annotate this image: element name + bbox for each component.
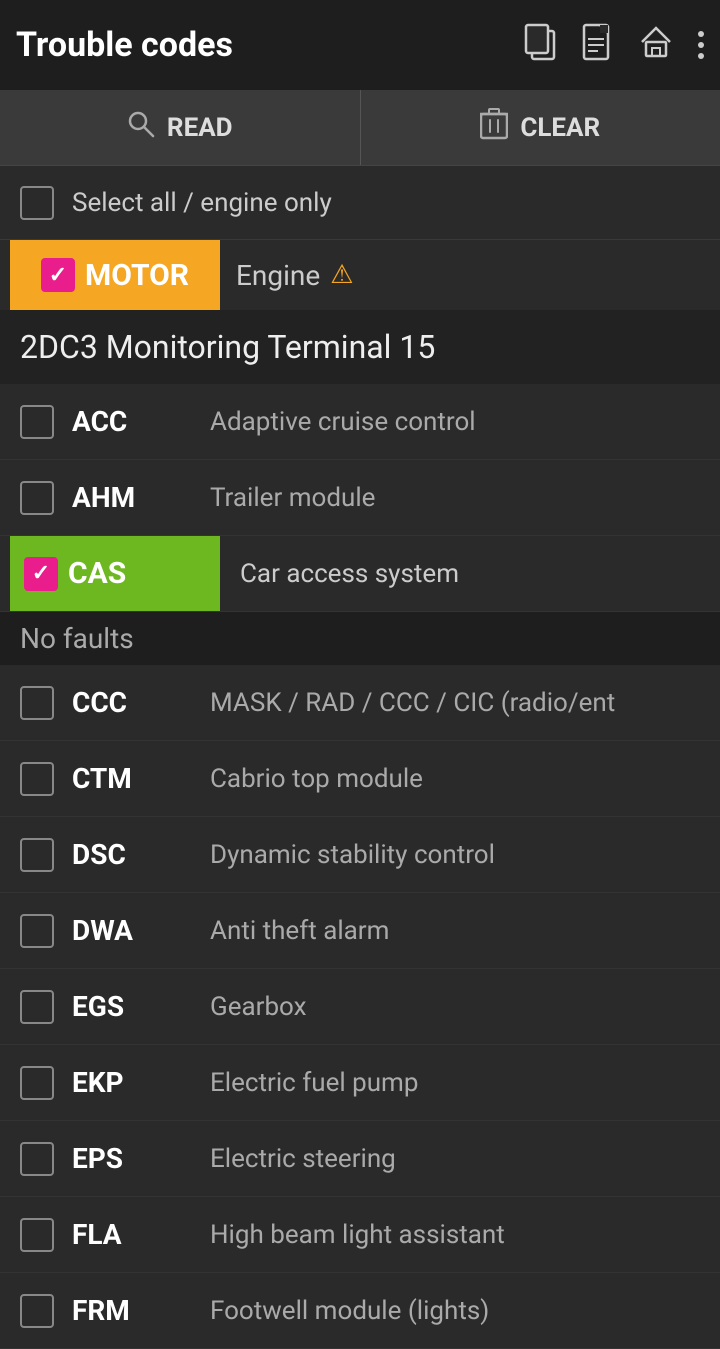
checkbox-frm[interactable]	[20, 1294, 54, 1328]
desc-acc: Adaptive cruise control	[210, 407, 700, 437]
desc-frm: Footwell module (lights)	[210, 1296, 700, 1326]
header: Trouble codes	[0, 0, 720, 90]
code-ekp: EKP	[72, 1066, 192, 1099]
checkbox-dwa[interactable]	[20, 914, 54, 948]
module-row-ahm[interactable]: AHM Trailer module	[0, 460, 720, 536]
motor-row[interactable]: MOTOR Engine ⚠	[0, 240, 720, 310]
code-ahm: AHM	[72, 481, 192, 514]
module-row-dsc[interactable]: DSC Dynamic stability control	[0, 817, 720, 893]
code-eps: EPS	[72, 1142, 192, 1175]
desc-ekp: Electric fuel pump	[210, 1068, 700, 1098]
module-row-cas[interactable]: CAS Car access system	[0, 536, 720, 612]
code-dwa: DWA	[72, 914, 192, 947]
motor-label: MOTOR	[85, 258, 189, 293]
checkbox-acc[interactable]	[20, 405, 54, 439]
module-row-frm[interactable]: FRM Footwell module (lights)	[0, 1273, 720, 1349]
checkbox-cas[interactable]	[24, 557, 58, 591]
section-header: 2DC3 Monitoring Terminal 15	[0, 310, 720, 384]
page-title: Trouble codes	[16, 25, 524, 65]
module-row-fla[interactable]: FLA High beam light assistant	[0, 1197, 720, 1273]
desc-cas: Car access system	[220, 559, 459, 589]
desc-egs: Gearbox	[210, 992, 700, 1022]
code-cas: CAS	[68, 556, 126, 591]
header-icons	[524, 23, 704, 68]
module-row-ccc[interactable]: CCC MASK / RAD / CCC / CIC (radio/ent	[0, 665, 720, 741]
module-list: ACC Adaptive cruise control AHM Trailer …	[0, 384, 720, 1349]
desc-ctm: Cabrio top module	[210, 764, 700, 794]
desc-ahm: Trailer module	[210, 483, 700, 513]
code-ccc: CCC	[72, 686, 192, 719]
copy-icon[interactable]	[524, 23, 558, 68]
read-button[interactable]: READ	[0, 90, 361, 165]
delete-icon	[480, 108, 508, 147]
desc-fla: High beam light assistant	[210, 1220, 700, 1250]
desc-dsc: Dynamic stability control	[210, 840, 700, 870]
code-dsc: DSC	[72, 838, 192, 871]
motor-tag[interactable]: MOTOR	[10, 240, 220, 310]
code-egs: EGS	[72, 990, 192, 1023]
more-options-icon[interactable]	[698, 31, 704, 59]
checkbox-ctm[interactable]	[20, 762, 54, 796]
desc-ccc: MASK / RAD / CCC / CIC (radio/ent	[210, 688, 700, 718]
motor-description: Engine ⚠	[236, 259, 354, 292]
code-frm: FRM	[72, 1294, 192, 1327]
cas-left: CAS	[10, 536, 220, 611]
desc-dwa: Anti theft alarm	[210, 916, 700, 946]
search-icon	[127, 110, 155, 145]
checkbox-eps[interactable]	[20, 1142, 54, 1176]
desc-eps: Electric steering	[210, 1144, 700, 1174]
checkbox-ekp[interactable]	[20, 1066, 54, 1100]
clear-button[interactable]: CLEAR	[361, 90, 720, 165]
code-ctm: CTM	[72, 762, 192, 795]
home-icon[interactable]	[638, 24, 674, 67]
select-all-row[interactable]: Select all / engine only	[0, 166, 720, 240]
checkbox-ahm[interactable]	[20, 481, 54, 515]
read-label: READ	[167, 113, 233, 143]
select-all-label: Select all / engine only	[72, 188, 332, 218]
checkbox-dsc[interactable]	[20, 838, 54, 872]
checkbox-ccc[interactable]	[20, 686, 54, 720]
checkbox-fla[interactable]	[20, 1218, 54, 1252]
module-row-dwa[interactable]: DWA Anti theft alarm	[0, 893, 720, 969]
no-faults-row: No faults	[0, 612, 720, 665]
module-row-eps[interactable]: EPS Electric steering	[0, 1121, 720, 1197]
doc-icon[interactable]	[582, 23, 614, 68]
warning-icon: ⚠	[330, 260, 353, 290]
motor-checkbox[interactable]	[41, 258, 75, 292]
select-all-checkbox[interactable]	[20, 186, 54, 220]
code-acc: ACC	[72, 405, 192, 438]
toolbar: READ CLEAR	[0, 90, 720, 166]
module-row-acc[interactable]: ACC Adaptive cruise control	[0, 384, 720, 460]
module-row-ekp[interactable]: EKP Electric fuel pump	[0, 1045, 720, 1121]
checkbox-egs[interactable]	[20, 990, 54, 1024]
clear-label: CLEAR	[520, 113, 600, 143]
code-fla: FLA	[72, 1218, 192, 1251]
module-row-ctm[interactable]: CTM Cabrio top module	[0, 741, 720, 817]
module-row-egs[interactable]: EGS Gearbox	[0, 969, 720, 1045]
